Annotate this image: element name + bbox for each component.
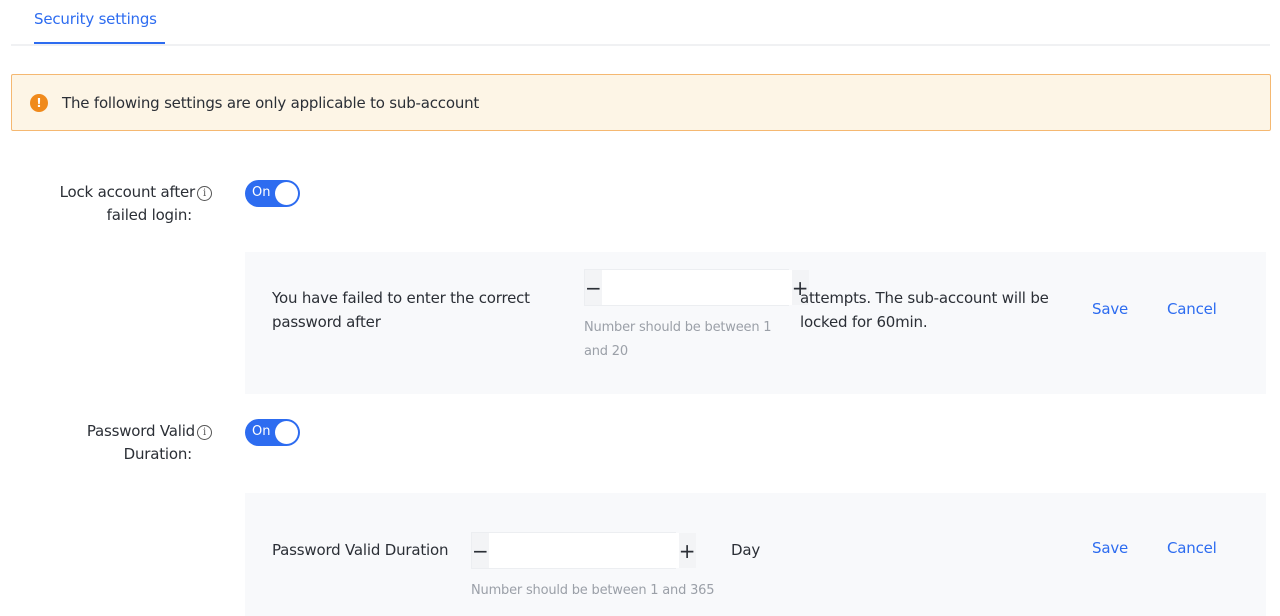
alert-text: The following settings are only applicab… (62, 93, 480, 112)
failed-attempts-input[interactable] (601, 270, 792, 305)
password-duration-toggle[interactable]: On (245, 419, 300, 446)
toggle-knob (275, 421, 298, 444)
password-duration-panel: Password Valid Duration − + Day Number s… (245, 493, 1266, 616)
lock-duration-text: attempts. The sub-account will be locked… (800, 289, 1049, 331)
cancel-button[interactable]: Cancel (1167, 300, 1217, 318)
increment-button[interactable]: + (678, 533, 696, 568)
lock-account-label: Lock account after i failed login: (20, 181, 212, 227)
password-duration-label: Password Valid i Duration: (20, 420, 212, 466)
decrement-button[interactable]: − (472, 533, 489, 568)
tab-bar: Security settings (11, 0, 1270, 46)
cancel-button[interactable]: Cancel (1167, 539, 1217, 557)
decrement-button[interactable]: − (585, 270, 602, 305)
info-icon[interactable]: i (197, 186, 212, 201)
lock-account-description: You have failed to enter the correct pas… (272, 289, 530, 331)
info-alert: ! The following settings are only applic… (11, 74, 1271, 131)
warning-icon: ! (30, 93, 48, 112)
info-icon[interactable]: i (197, 425, 212, 440)
tab-security-settings[interactable]: Security settings (34, 10, 157, 46)
lock-account-panel: You have failed to enter the correct pas… (245, 252, 1266, 394)
lock-account-toggle[interactable]: On (245, 180, 300, 207)
password-duration-hint: Number should be between 1 and 365 (471, 583, 715, 598)
duration-unit: Day (731, 541, 761, 559)
failed-attempts-hint: Number should be between 1 and 20 (584, 320, 772, 359)
failed-attempts-stepper[interactable]: − + (584, 269, 809, 306)
password-duration-stepper[interactable]: − + (471, 532, 696, 569)
save-button[interactable]: Save (1092, 300, 1128, 318)
password-duration-input[interactable] (488, 533, 679, 568)
password-duration-field-label: Password Valid Duration (272, 541, 449, 559)
toggle-knob (275, 182, 298, 205)
active-tab-indicator (34, 42, 165, 44)
save-button[interactable]: Save (1092, 539, 1128, 557)
